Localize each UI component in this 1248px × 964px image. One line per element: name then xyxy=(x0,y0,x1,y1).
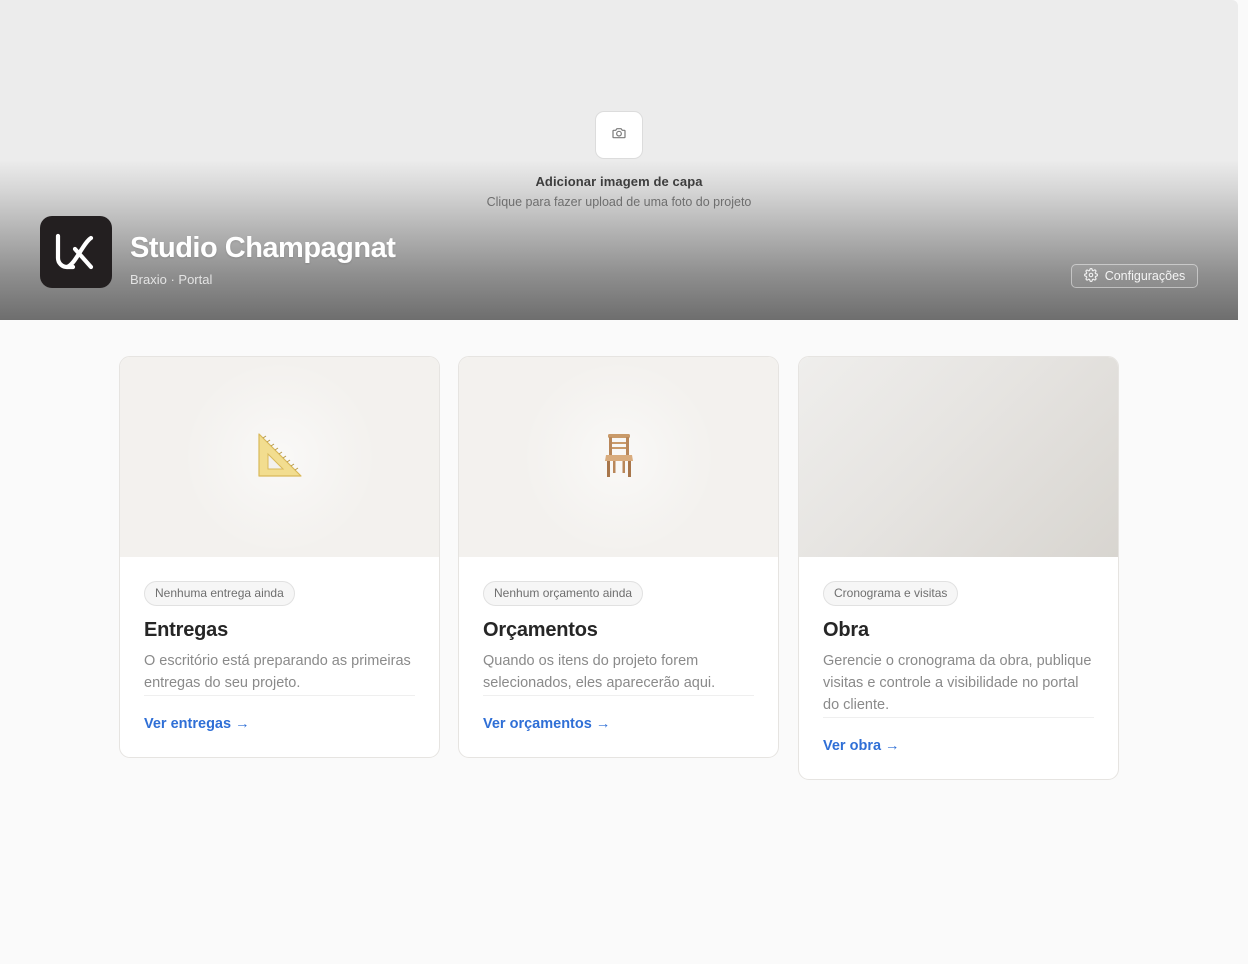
settings-button[interactable]: Configurações xyxy=(1071,264,1198,288)
ver-orcamentos-link[interactable]: Ver orçamentos → xyxy=(483,716,610,732)
ver-obra-link[interactable]: Ver obra → xyxy=(823,738,900,754)
status-badge: Nenhuma entrega ainda xyxy=(144,581,295,606)
card-entregas: Nenhuma entrega ainda Entregas O escritó… xyxy=(119,356,440,758)
project-title: Studio Champagnat xyxy=(130,232,396,264)
settings-button-label: Configurações xyxy=(1104,269,1186,283)
set-square-icon xyxy=(257,432,303,483)
card-orcamentos: Nenhum orçamento ainda Orçamentos Quando… xyxy=(458,356,779,758)
cover-upload-title: Adicionar imagem de capa xyxy=(535,174,703,189)
card-description: Gerencie o cronograma da obra, publique … xyxy=(823,650,1094,718)
card-title: Obra xyxy=(823,619,869,641)
card-title: Entregas xyxy=(144,619,228,641)
card-description: O escritório está preparando as primeira… xyxy=(144,650,415,696)
ver-entregas-link[interactable]: Ver entregas → xyxy=(144,716,250,732)
cover-hero: Adicionar imagem de capa Clique para faz… xyxy=(0,0,1238,320)
card-media xyxy=(120,357,439,557)
card-title: Orçamentos xyxy=(483,619,598,641)
card-media xyxy=(799,357,1118,557)
card-description: Quando os itens do projeto forem selecio… xyxy=(483,650,754,696)
braxio-logo xyxy=(40,216,112,288)
cover-upload-subtitle: Clique para fazer upload de uma foto do … xyxy=(486,195,752,209)
gear-icon xyxy=(1083,267,1098,285)
status-badge: Cronograma e visitas xyxy=(823,581,959,606)
card-obra: Cronograma e visitas Obra Gerencie o cro… xyxy=(798,356,1119,780)
status-badge: Nenhum orçamento ainda xyxy=(483,581,644,606)
card-media xyxy=(459,357,778,557)
cover-upload-button[interactable] xyxy=(595,111,643,159)
chair-icon xyxy=(602,432,636,483)
cover-upload-area[interactable]: Adicionar imagem de capa Clique para faz… xyxy=(474,111,764,209)
camera-icon xyxy=(611,125,627,146)
breadcrumb: Braxio · Portal xyxy=(130,272,213,287)
